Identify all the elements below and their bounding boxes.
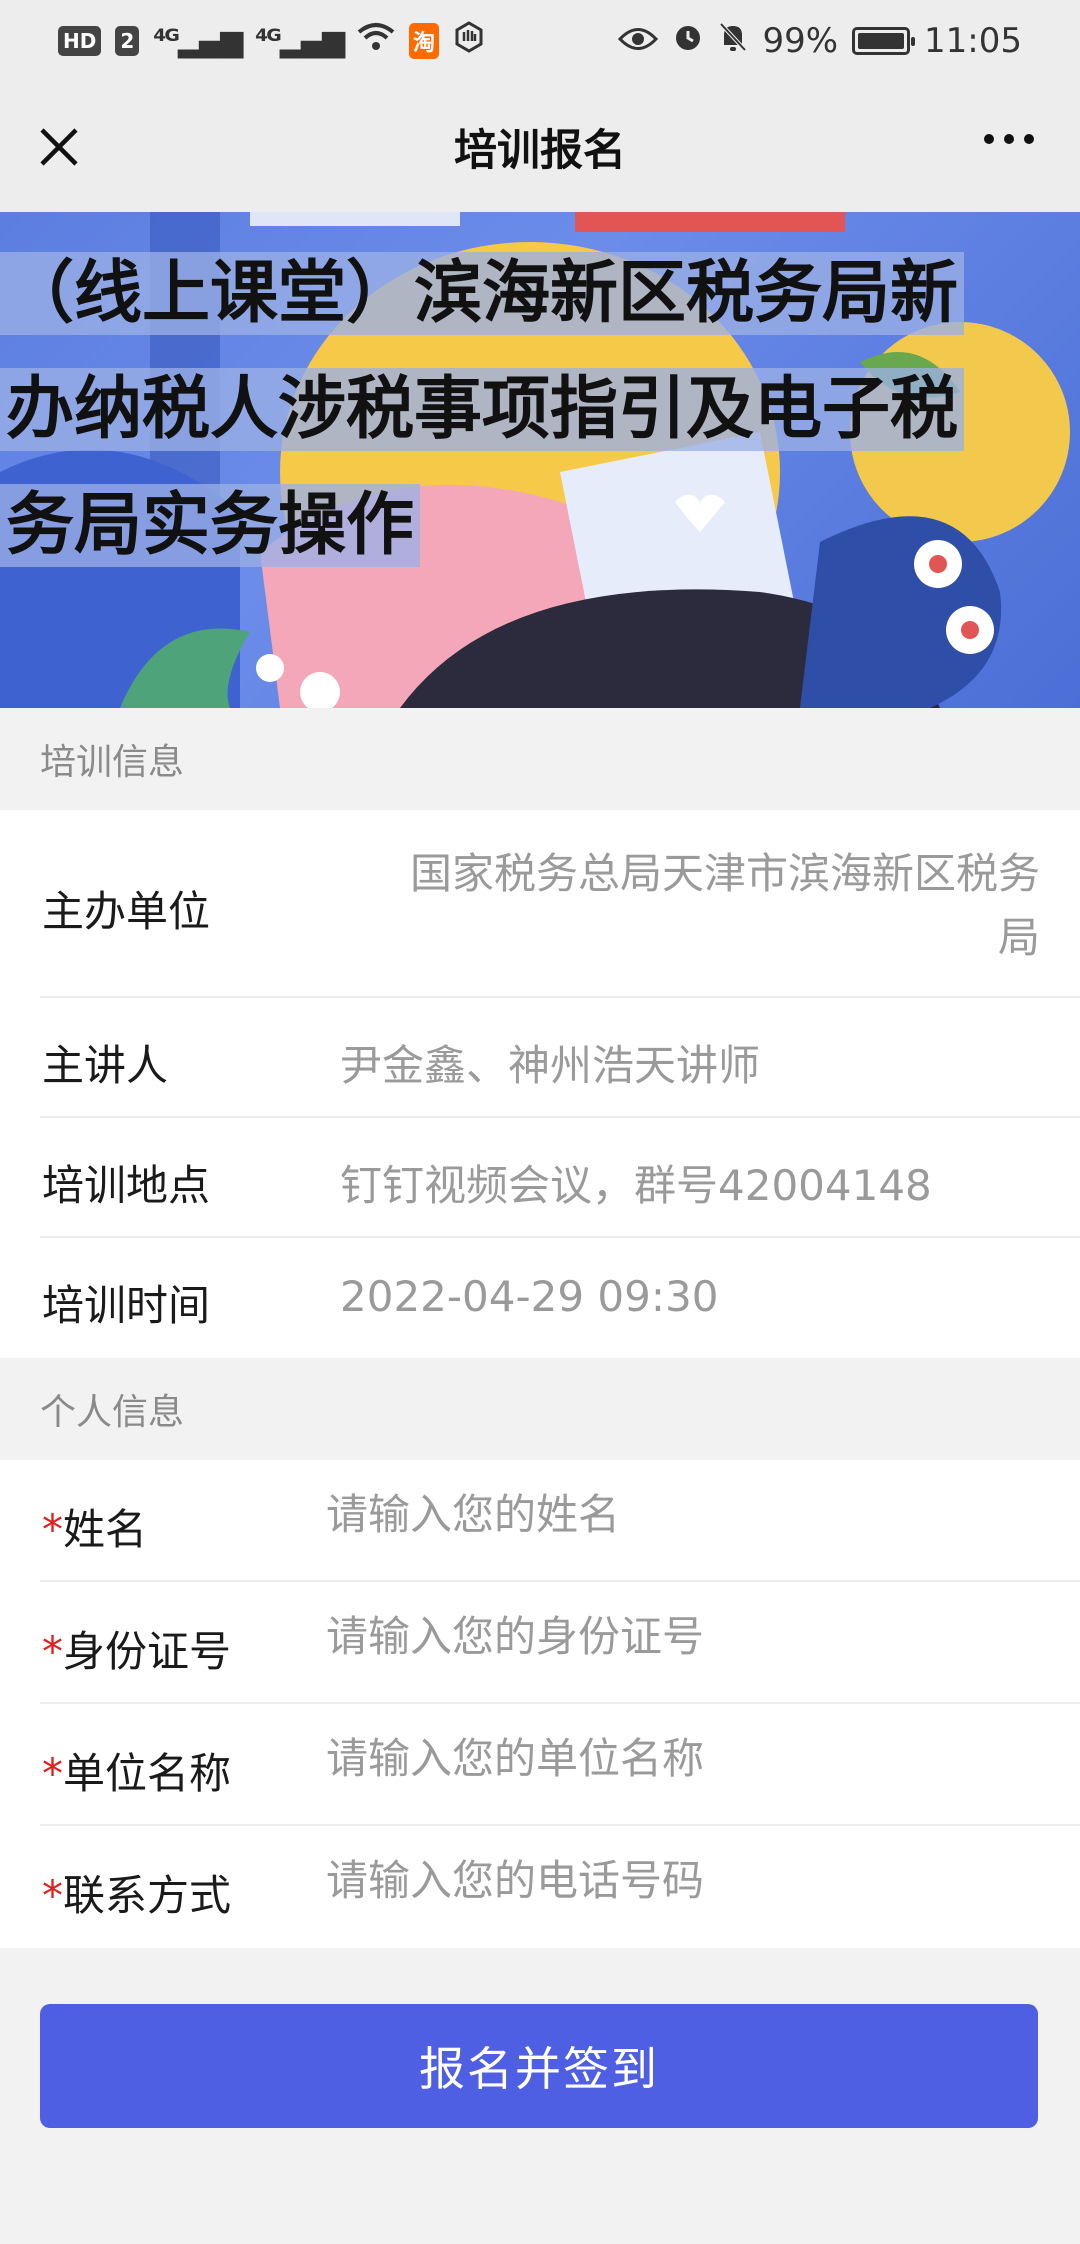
lecturer-value: 尹金鑫、神州浩天讲师 <box>340 1041 761 1090</box>
info-row-lecturer: 主讲人 尹金鑫、神州浩天讲师 <box>40 998 1080 1118</box>
more-icon[interactable] <box>984 134 1034 144</box>
required-mark: * <box>42 1871 63 1920</box>
required-mark: * <box>42 1627 63 1676</box>
lecturer-label: 主讲人 <box>42 1041 169 1090</box>
name-label-text: 姓名 <box>63 1505 148 1554</box>
signal-icon: ⁴ᴳ▂▄▆ <box>153 23 243 59</box>
course-title-line: （线上课堂）滨海新区税务局新 <box>0 252 965 335</box>
form-row-id-number: *身份证号 <box>40 1582 1080 1704</box>
status-left: HD 2 ⁴ᴳ▂▄▆ ⁴ᴳ▂▄▆ 淘 <box>58 20 485 62</box>
mute-bell-icon <box>718 21 748 62</box>
company-label: *单位名称 <box>42 1740 231 1801</box>
status-bar: HD 2 ⁴ᴳ▂▄▆ ⁴ᴳ▂▄▆ 淘 99% 11:05 <box>0 0 1080 82</box>
location-value: 钉钉视频会议，群号42004148 <box>340 1161 932 1210</box>
hd-icon: HD <box>58 26 102 56</box>
id-number-input[interactable] <box>326 1612 1026 1661</box>
course-title: （线上课堂）滨海新区税务局新 办纳税人涉税事项指引及电子税 务局实务操作 <box>0 236 1080 584</box>
signal-icon: ⁴ᴳ▂▄▆ <box>255 23 345 59</box>
organizer-value-line: 局 <box>997 913 1040 962</box>
time-label: 培训时间 <box>42 1281 211 1330</box>
name-label: *姓名 <box>42 1496 147 1557</box>
required-mark: * <box>42 1749 63 1798</box>
required-mark: * <box>42 1505 63 1554</box>
location-label: 培训地点 <box>42 1161 211 1210</box>
battery-icon <box>852 27 916 55</box>
battery-fill <box>858 33 905 49</box>
sim-icon: 2 <box>115 26 140 56</box>
clock: 11:05 <box>924 21 1022 61</box>
phone-label: *联系方式 <box>42 1862 231 1923</box>
phone-input[interactable] <box>326 1856 1026 1905</box>
info-row-organizer: 主办单位 国家税务总局天津市滨海新区税务 局 <box>40 810 1080 998</box>
info-row-time: 培训时间 2022-04-29 09:30 <box>40 1238 1080 1358</box>
phone-label-text: 联系方式 <box>63 1871 232 1920</box>
training-info-section-label: 培训信息 <box>0 708 1080 810</box>
course-title-line: 务局实务操作 <box>0 484 421 567</box>
eye-icon <box>618 21 659 61</box>
training-info-panel: 主办单位 国家税务总局天津市滨海新区税务 局 主讲人 尹金鑫、神州浩天讲师 培训… <box>0 810 1080 1358</box>
close-icon[interactable] <box>34 122 84 172</box>
register-sign-in-button[interactable]: 报名并签到 <box>40 2004 1038 2128</box>
id-number-label-text: 身份证号 <box>63 1627 232 1676</box>
hand-icon <box>453 20 485 62</box>
wifi-icon <box>357 21 395 61</box>
personal-info-section-label: 个人信息 <box>0 1358 1080 1460</box>
course-banner: （线上课堂）滨海新区税务局新 办纳税人涉税事项指引及电子税 务局实务操作 <box>0 212 1080 708</box>
network-type-label: ⁴ᴳ <box>153 23 180 59</box>
form-row-phone: *联系方式 <box>40 1826 1080 1948</box>
company-input[interactable] <box>326 1734 1026 1783</box>
form-row-name: *姓名 <box>40 1460 1080 1582</box>
organizer-value: 国家税务总局天津市滨海新区税务 局 <box>410 842 1040 970</box>
network-type-label: ⁴ᴳ <box>255 23 282 59</box>
organizer-value-line: 国家税务总局天津市滨海新区税务 <box>409 849 1040 898</box>
id-number-label: *身份证号 <box>42 1618 231 1679</box>
taobao-icon: 淘 <box>409 23 440 59</box>
form-row-company: *单位名称 <box>40 1704 1080 1826</box>
organizer-label: 主办单位 <box>42 887 211 936</box>
personal-info-panel: *姓名 *身份证号 *单位名称 *联系方式 <box>0 1460 1080 1948</box>
nav-header: 培训报名 <box>0 82 1080 212</box>
course-title-line: 办纳税人涉税事项指引及电子税 <box>0 368 965 451</box>
alarm-icon <box>672 21 704 62</box>
company-label-text: 单位名称 <box>63 1749 232 1798</box>
time-value: 2022-04-29 09:30 <box>340 1272 719 1321</box>
name-input[interactable] <box>326 1490 1026 1539</box>
status-right: 99% 11:05 <box>618 21 1022 62</box>
page-title: 培训报名 <box>454 126 626 176</box>
battery-percent: 99% <box>762 21 839 61</box>
info-row-location: 培训地点 钉钉视频会议，群号42004148 <box>40 1118 1080 1238</box>
